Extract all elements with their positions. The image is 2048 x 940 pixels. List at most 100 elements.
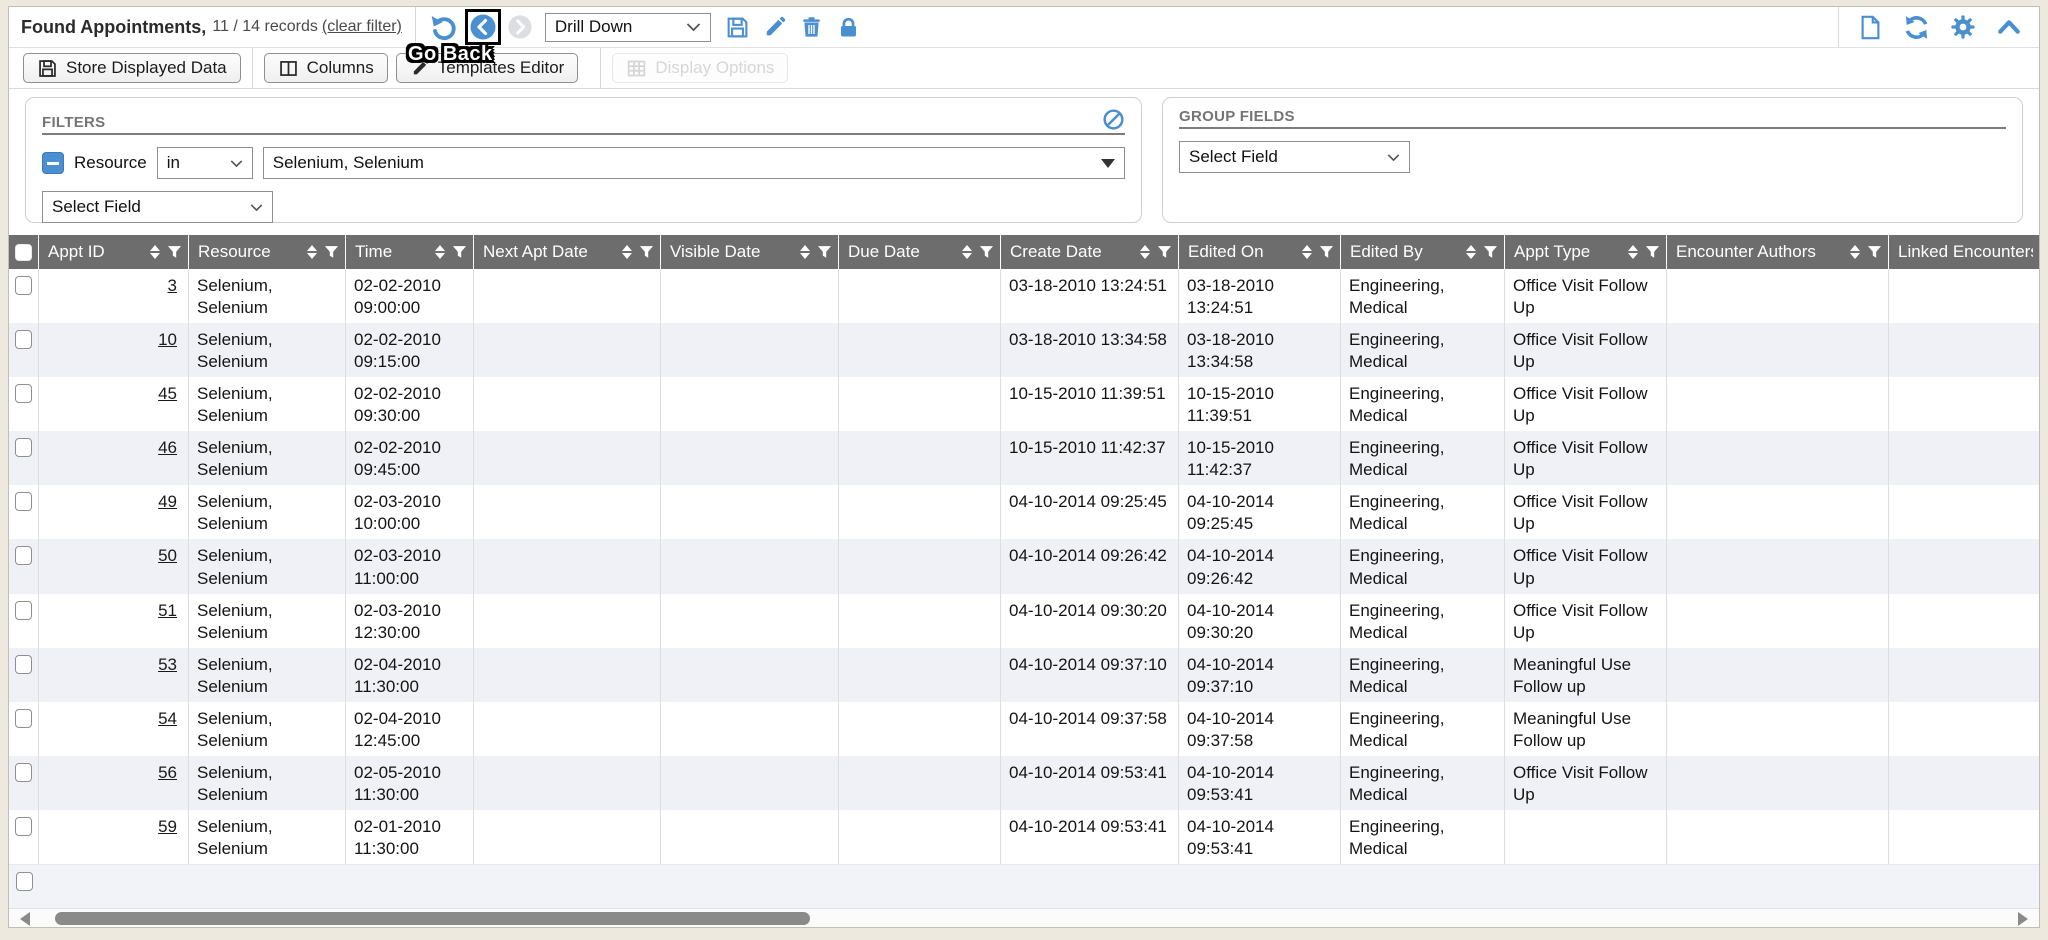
appt-id-link[interactable]: 56: [158, 763, 177, 782]
cell-encounter-authors: [1667, 539, 1889, 593]
row-checkbox[interactable]: [15, 709, 32, 728]
appt-id-link[interactable]: 10: [158, 330, 177, 349]
row-checkbox[interactable]: [15, 763, 32, 782]
table-header-row: Appt ID ResourceTimeNext Apt DateVisible …: [9, 235, 2039, 269]
appt-id-link[interactable]: 3: [168, 276, 177, 295]
filter-funnel-icon[interactable]: [1483, 245, 1498, 260]
cell-create-date: 04-10-2014 09:25:45: [1001, 485, 1179, 539]
filter-funnel-icon[interactable]: [1867, 245, 1882, 260]
sort-icon[interactable]: [150, 245, 160, 259]
go-forward-icon[interactable]: [507, 14, 533, 40]
template-select[interactable]: Drill Down: [545, 13, 711, 42]
disable-filters-icon[interactable]: [1102, 108, 1125, 131]
add-filter-field-select[interactable]: Select Field: [42, 191, 273, 223]
go-back-icon[interactable]: [469, 13, 497, 41]
edit-template-icon[interactable]: [762, 15, 787, 40]
column-header-next-apt-date[interactable]: Next Apt Date: [474, 235, 661, 269]
collapse-chevron-up-icon[interactable]: [1995, 13, 2023, 41]
column-header-edited-by[interactable]: Edited By: [1341, 235, 1505, 269]
refresh-icon[interactable]: [1902, 13, 1931, 42]
appt-id-link[interactable]: 59: [158, 817, 177, 836]
sort-icon[interactable]: [1850, 245, 1860, 259]
delete-template-icon[interactable]: [799, 15, 824, 40]
column-header-linked-encounters[interactable]: Linked Encounters: [1889, 235, 2039, 269]
appt-id-link[interactable]: 49: [158, 492, 177, 511]
appt-id-link[interactable]: 50: [158, 546, 177, 565]
filter-funnel-icon[interactable]: [979, 245, 994, 260]
scroll-left-arrow-icon[interactable]: [20, 912, 30, 926]
save-template-icon[interactable]: [725, 15, 750, 40]
cell-edited-on: 03-18-2010 13:34:58: [1179, 323, 1341, 377]
sort-icon[interactable]: [800, 245, 810, 259]
row-checkbox[interactable]: [15, 384, 32, 403]
sort-icon[interactable]: [435, 245, 445, 259]
columns-button[interactable]: Columns: [264, 53, 388, 83]
column-label: Appt ID: [48, 242, 105, 262]
cell-appt-type: [1505, 810, 1667, 864]
filter-value-select[interactable]: Selenium, Selenium: [263, 147, 1125, 179]
filter-operator-select[interactable]: in: [157, 147, 253, 179]
filter-funnel-icon[interactable]: [1157, 245, 1172, 260]
footer-checkbox[interactable]: [16, 872, 33, 891]
appt-id-link[interactable]: 51: [158, 601, 177, 620]
appt-id-link[interactable]: 45: [158, 384, 177, 403]
horizontal-scrollbar[interactable]: [9, 908, 2039, 927]
row-checkbox[interactable]: [15, 601, 32, 620]
table-footer-row: [9, 864, 2039, 908]
column-header-due-date[interactable]: Due Date: [839, 235, 1001, 269]
gear-icon[interactable]: [1949, 13, 1977, 41]
appt-id-link[interactable]: 53: [158, 655, 177, 674]
row-checkbox[interactable]: [15, 438, 32, 457]
filter-funnel-icon[interactable]: [639, 245, 654, 260]
table-row: 56Selenium, Selenium02-05-201011:30:0004…: [9, 756, 2039, 810]
template-select-value: Drill Down: [555, 17, 632, 37]
filter-funnel-icon[interactable]: [167, 245, 182, 260]
column-header-create-date[interactable]: Create Date: [1001, 235, 1179, 269]
new-document-icon[interactable]: [1857, 14, 1884, 41]
sort-icon[interactable]: [1628, 245, 1638, 259]
row-checkbox[interactable]: [15, 817, 32, 836]
cell-encounter-authors: [1667, 323, 1889, 377]
column-header-edited-on[interactable]: Edited On: [1179, 235, 1341, 269]
column-header-visible-date[interactable]: Visible Date: [661, 235, 839, 269]
filter-funnel-icon[interactable]: [817, 245, 832, 260]
scroll-right-arrow-icon[interactable]: [2018, 912, 2028, 926]
sort-icon[interactable]: [1466, 245, 1476, 259]
lock-template-icon[interactable]: [836, 15, 861, 40]
filter-funnel-icon[interactable]: [1645, 245, 1660, 260]
appt-id-link[interactable]: 54: [158, 709, 177, 728]
filter-funnel-icon[interactable]: [1319, 245, 1334, 260]
chevron-down-icon: [230, 159, 243, 168]
cell-linked-encounters: [1889, 810, 2039, 864]
display-options-button[interactable]: Display Options: [612, 53, 788, 83]
appt-id-link[interactable]: 46: [158, 438, 177, 457]
store-displayed-data-button[interactable]: Store Displayed Data: [23, 53, 241, 83]
column-header-time[interactable]: Time: [346, 235, 474, 269]
row-checkbox[interactable]: [15, 276, 32, 295]
scrollbar-thumb[interactable]: [55, 912, 810, 925]
column-header-appt-type[interactable]: Appt Type: [1505, 235, 1667, 269]
sort-icon[interactable]: [1302, 245, 1312, 259]
clear-filter-link[interactable]: (clear filter): [322, 18, 402, 36]
column-header-encounter-authors[interactable]: Encounter Authors: [1667, 235, 1889, 269]
group-field-select[interactable]: Select Field: [1179, 141, 1410, 173]
row-checkbox[interactable]: [15, 655, 32, 674]
filter-funnel-icon[interactable]: [324, 245, 339, 260]
select-all-checkbox[interactable]: [15, 244, 32, 261]
row-checkbox[interactable]: [15, 330, 32, 349]
sort-icon[interactable]: [962, 245, 972, 259]
remove-filter-button[interactable]: [42, 152, 64, 174]
row-checkbox[interactable]: [15, 546, 32, 565]
row-checkbox[interactable]: [15, 492, 32, 511]
sort-icon[interactable]: [622, 245, 632, 259]
undo-icon[interactable]: [429, 12, 459, 42]
cell-next-apt-date: [474, 810, 661, 864]
history-nav: [429, 9, 533, 45]
filter-funnel-icon[interactable]: [452, 245, 467, 260]
sort-icon[interactable]: [1140, 245, 1150, 259]
column-header-appt-id[interactable]: Appt ID: [39, 235, 189, 269]
column-header-resource[interactable]: Resource: [189, 235, 346, 269]
cell-visible-date: [661, 377, 839, 431]
sort-icon[interactable]: [307, 245, 317, 259]
cell-appt-type: Office Visit Follow Up: [1505, 539, 1667, 593]
